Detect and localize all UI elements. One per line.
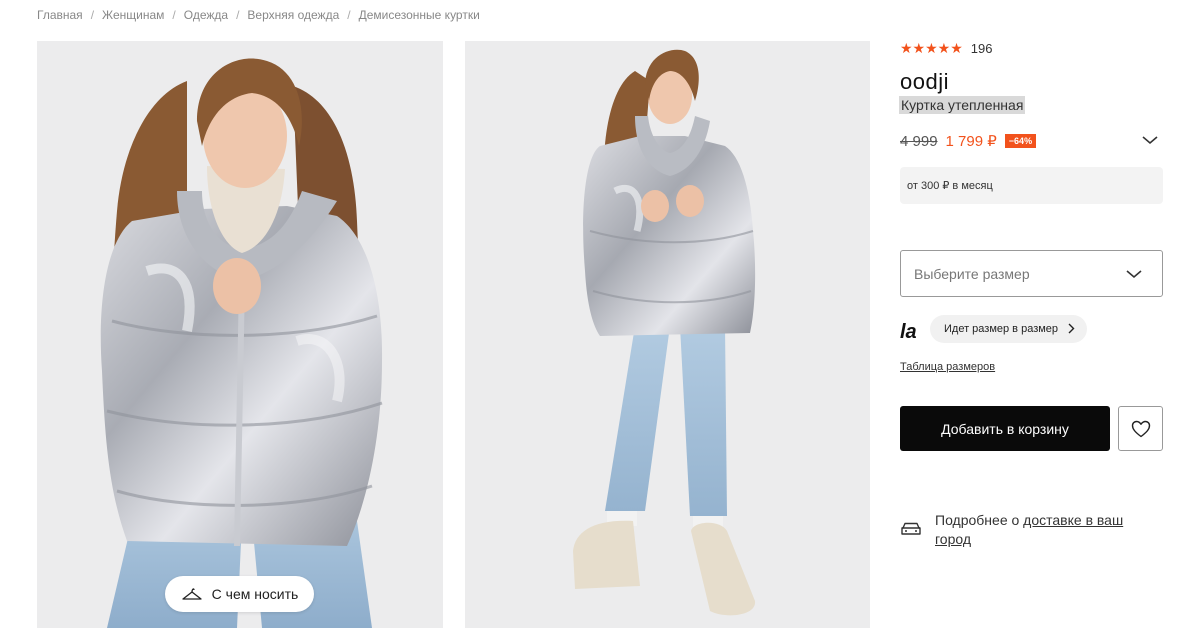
brand-name[interactable]: oodji — [900, 69, 949, 95]
breadcrumb-item-demi-season-jackets[interactable]: Демисезонные куртки — [359, 8, 480, 22]
product-photo-secondary[interactable] — [465, 41, 870, 628]
breadcrumb-item-women[interactable]: Женщинам — [102, 8, 164, 22]
product-title: Куртка утепленная — [899, 96, 1026, 114]
chevron-right-icon — [1068, 323, 1075, 334]
rating-stars: ★★★★★ — [900, 40, 963, 56]
product-photo-secondary-illustration — [573, 49, 756, 616]
size-select[interactable]: Выберите размер — [900, 250, 1163, 297]
breadcrumb-item-clothing[interactable]: Одежда — [184, 8, 228, 22]
product-photo-main[interactable]: С чем носить — [37, 41, 443, 628]
hanger-icon — [182, 588, 202, 600]
fit-note-pill[interactable]: Идет размер в размер — [930, 314, 1088, 343]
delivery-text: Подробнее о доставке в ваш город — [935, 511, 1135, 549]
size-table-link[interactable]: Таблица размеров — [900, 361, 995, 373]
delivery-info: Подробнее о доставке в ваш город — [900, 511, 1135, 549]
current-price: 1 799 ₽ — [945, 133, 997, 150]
breadcrumb-separator: / — [236, 8, 240, 22]
size-select-placeholder: Выберите размер — [914, 265, 1030, 282]
fit-note-label: Идет размер в размер — [944, 322, 1059, 335]
heart-icon — [1131, 420, 1150, 437]
outfit-button-label: С чем носить — [211, 586, 299, 602]
fit-row: la Идет размер в размер — [900, 313, 1088, 344]
discount-badge: −64% — [1004, 134, 1037, 148]
breadcrumb-item-outerwear[interactable]: Верхняя одежда — [247, 8, 339, 22]
installment-label: от 300 ₽ в месяц — [907, 180, 993, 192]
delivery-prefix: Подробнее о — [935, 512, 1020, 528]
add-to-cart-button[interactable]: Добавить в корзину — [900, 406, 1110, 451]
rating[interactable]: ★★★★★ 196 — [900, 40, 992, 56]
installment-info[interactable]: от 300 ₽ в месяц — [900, 167, 1163, 204]
breadcrumb-separator: / — [347, 8, 351, 22]
chevron-down-icon — [1126, 269, 1142, 278]
product-photo-main-illustration — [100, 58, 383, 628]
breadcrumb-item-home[interactable]: Главная — [37, 8, 83, 22]
chevron-down-icon[interactable] — [1141, 134, 1159, 146]
breadcrumb-separator: / — [90, 8, 95, 22]
fit-badge-logo: la — [900, 321, 917, 343]
breadcrumb-separator: / — [172, 8, 176, 22]
truck-icon — [901, 522, 921, 535]
wishlist-button[interactable] — [1118, 406, 1163, 451]
breadcrumb: Главная / Женщинам / Одежда / Верхняя од… — [37, 8, 480, 22]
outfit-button[interactable]: С чем носить — [165, 576, 314, 612]
reviews-count[interactable]: 196 — [971, 41, 993, 56]
old-price: 4 999 — [900, 132, 938, 150]
price-row: 4 999 1 799 ₽ −64% — [900, 132, 1037, 150]
add-to-cart-label: Добавить в корзину — [941, 420, 1069, 437]
